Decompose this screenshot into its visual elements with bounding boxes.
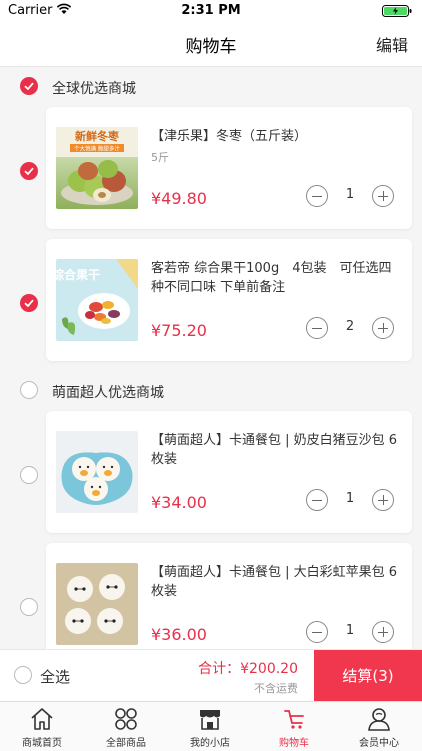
store-icon bbox=[200, 710, 220, 730]
select-all-label[interactable]: 全选 bbox=[40, 666, 70, 687]
quantity-stepper: 1 bbox=[306, 489, 394, 511]
decrease-button[interactable] bbox=[306, 621, 328, 643]
product-price: ¥49.80 bbox=[151, 189, 207, 208]
quantity-value[interactable]: 1 bbox=[328, 623, 372, 638]
product-card[interactable]: 综合果干 客若帝 综合果干100g 4包装 可任选四种不同口味 下单前备注 ¥7… bbox=[46, 239, 412, 361]
tab-my-store[interactable]: 我的小店 bbox=[168, 702, 252, 751]
product-spec: 5斤 bbox=[151, 151, 169, 164]
quantity-value[interactable]: 1 bbox=[328, 187, 372, 202]
cart-item: 综合果干 客若帝 综合果干100g 4包装 可任选四种不同口味 下单前备注 ¥7… bbox=[0, 239, 422, 371]
product-price: ¥36.00 bbox=[151, 625, 207, 644]
tab-label: 商城首页 bbox=[22, 738, 62, 749]
product-card[interactable]: 【萌面超人】卡通餐包 | 大白彩虹苹果包 6枚装 ¥36.00 1 bbox=[46, 543, 412, 649]
checkout-bar: 全选 合计：¥200.20 不含运费 结算(3) bbox=[0, 649, 422, 702]
item-checkbox[interactable] bbox=[20, 598, 38, 616]
tab-label: 购物车 bbox=[279, 738, 309, 749]
tab-label: 我的小店 bbox=[190, 738, 230, 749]
shop-header: 萌面超人优选商城 bbox=[0, 371, 422, 411]
check-icon bbox=[24, 82, 34, 91]
grid-icon bbox=[115, 708, 137, 730]
checkout-button[interactable]: 结算(3) bbox=[314, 650, 422, 702]
tab-cart[interactable]: 购物车 bbox=[252, 702, 336, 751]
baymax-bun-photo[interactable] bbox=[56, 563, 138, 645]
select-all-checkbox[interactable] bbox=[14, 666, 32, 684]
shop-checkbox[interactable] bbox=[20, 381, 38, 399]
shop-name: 萌面超人优选商城 bbox=[52, 385, 164, 401]
clock: 2:31 PM bbox=[181, 3, 241, 18]
status-bar: Carrier 2:31 PM bbox=[0, 0, 422, 22]
total-line: 合计：¥200.20 bbox=[198, 658, 298, 678]
tab-home[interactable]: 商城首页 bbox=[0, 702, 84, 751]
cart-list[interactable]: 全球优选商城 新鲜冬枣 个大饱满 脆甜多汁 【津乐果】冬枣（五斤装） 5斤 ¥4… bbox=[0, 67, 422, 649]
home-icon bbox=[31, 708, 53, 730]
increase-button[interactable] bbox=[372, 489, 394, 511]
quantity-stepper: 1 bbox=[306, 185, 394, 207]
product-title: 客若帝 综合果干100g 4包装 可任选四种不同口味 下单前备注 bbox=[151, 261, 392, 295]
tab-bar: 商城首页 全部商品 我的小店 购物车 会员中心 bbox=[0, 701, 422, 751]
product-card[interactable]: 新鲜冬枣 个大饱满 脆甜多汁 【津乐果】冬枣（五斤装） 5斤 ¥49.80 1 bbox=[46, 107, 412, 229]
item-checkbox[interactable] bbox=[20, 466, 38, 484]
tab-label: 会员中心 bbox=[359, 738, 399, 749]
decrease-button[interactable] bbox=[306, 489, 328, 511]
quantity-value[interactable]: 2 bbox=[328, 319, 372, 334]
quantity-value[interactable]: 1 bbox=[328, 491, 372, 506]
nav-bar: 购物车 编辑 bbox=[0, 22, 422, 67]
cart-item: 【萌面超人】卡通餐包 | 大白彩虹苹果包 6枚装 ¥36.00 1 bbox=[0, 543, 422, 649]
increase-button[interactable] bbox=[372, 317, 394, 339]
shop-header: 全球优选商城 bbox=[0, 67, 422, 107]
shop-name: 全球优选商城 bbox=[52, 81, 136, 97]
item-checkbox[interactable] bbox=[20, 162, 38, 180]
user-icon bbox=[368, 708, 390, 731]
tab-all-products[interactable]: 全部商品 bbox=[84, 702, 168, 751]
product-price: ¥75.20 bbox=[151, 321, 207, 340]
product-title: 【萌面超人】卡通餐包 | 大白彩虹苹果包 6枚装 bbox=[151, 565, 398, 599]
winter-jujube-photo[interactable]: 新鲜冬枣 个大饱满 脆甜多汁 bbox=[56, 127, 138, 209]
page-title: 购物车 bbox=[185, 37, 237, 57]
increase-button[interactable] bbox=[372, 621, 394, 643]
piggy-bun-photo[interactable] bbox=[56, 431, 138, 513]
banner-text: 综合果干 bbox=[56, 267, 100, 282]
check-icon bbox=[24, 299, 34, 308]
shipping-note: 不含运费 bbox=[254, 682, 298, 695]
battery-icon bbox=[382, 5, 412, 17]
cart-item: 新鲜冬枣 个大饱满 脆甜多汁 【津乐果】冬枣（五斤装） 5斤 ¥49.80 1 bbox=[0, 107, 422, 239]
product-card[interactable]: 【萌面超人】卡通餐包 | 奶皮白猪豆沙包 6枚装 ¥34.00 1 bbox=[46, 411, 412, 533]
product-title: 【萌面超人】卡通餐包 | 奶皮白猪豆沙包 6枚装 bbox=[151, 433, 398, 467]
banner-text: 新鲜冬枣 bbox=[75, 129, 120, 143]
decrease-button[interactable] bbox=[306, 185, 328, 207]
total-label: 合计： bbox=[198, 661, 241, 677]
decrease-button[interactable] bbox=[306, 317, 328, 339]
banner-subtext: 个大饱满 脆甜多汁 bbox=[74, 145, 120, 153]
dried-fruit-photo[interactable]: 综合果干 bbox=[56, 259, 138, 341]
increase-button[interactable] bbox=[372, 185, 394, 207]
tab-member[interactable]: 会员中心 bbox=[336, 702, 422, 751]
quantity-stepper: 2 bbox=[306, 317, 394, 339]
tab-label: 全部商品 bbox=[106, 738, 146, 749]
product-price: ¥34.00 bbox=[151, 493, 207, 512]
total-amount: ¥200.20 bbox=[240, 661, 298, 677]
edit-button[interactable]: 编辑 bbox=[376, 32, 408, 56]
cart-icon bbox=[284, 710, 304, 729]
cart-item: 【萌面超人】卡通餐包 | 奶皮白猪豆沙包 6枚装 ¥34.00 1 bbox=[0, 411, 422, 543]
check-icon bbox=[24, 167, 34, 176]
quantity-stepper: 1 bbox=[306, 621, 394, 643]
item-checkbox[interactable] bbox=[20, 294, 38, 312]
product-title: 【津乐果】冬枣（五斤装） bbox=[151, 129, 308, 144]
shop-checkbox[interactable] bbox=[20, 77, 38, 95]
